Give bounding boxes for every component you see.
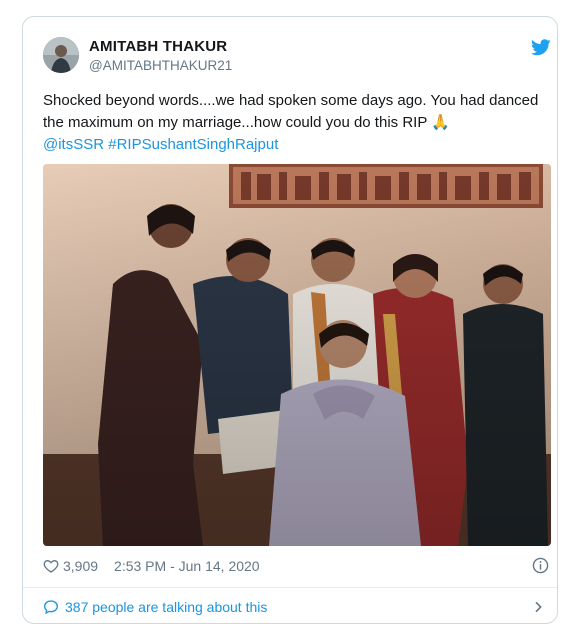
twitter-bird-icon[interactable]	[531, 39, 551, 56]
like-count[interactable]: 3,909	[63, 558, 98, 574]
mention-link[interactable]: @itsSSR	[43, 136, 104, 153]
divider	[23, 587, 557, 588]
chat-bubble-icon	[43, 600, 59, 615]
tweet-photo[interactable]	[43, 164, 551, 546]
timestamp[interactable]: 2:53 PM - Jun 14, 2020	[114, 558, 260, 574]
hashtag-link[interactable]: #RIPSushantSinghRajput	[108, 136, 278, 153]
photo-illustration	[43, 164, 551, 546]
info-icon[interactable]	[532, 557, 549, 574]
tweet-meta: 3,909 2:53 PM - Jun 14, 2020	[43, 555, 260, 577]
tweet-body: Shocked beyond words....we had spoken so…	[43, 92, 539, 131]
tweet-card[interactable]: AMITABH THAKUR @AMITABHTHAKUR21 Shocked …	[22, 16, 558, 624]
author-avatar[interactable]	[43, 37, 79, 73]
author-name[interactable]: AMITABH THAKUR	[89, 38, 227, 55]
conversation-link[interactable]: 387 people are talking about this	[43, 595, 543, 619]
heart-icon[interactable]	[43, 558, 59, 574]
talking-count: 387 people are talking about this	[65, 599, 268, 615]
chevron-right-icon	[535, 601, 542, 613]
tweet-text: Shocked beyond words....we had spoken so…	[43, 90, 543, 156]
author-handle[interactable]: @AMITABHTHAKUR21	[89, 58, 232, 73]
